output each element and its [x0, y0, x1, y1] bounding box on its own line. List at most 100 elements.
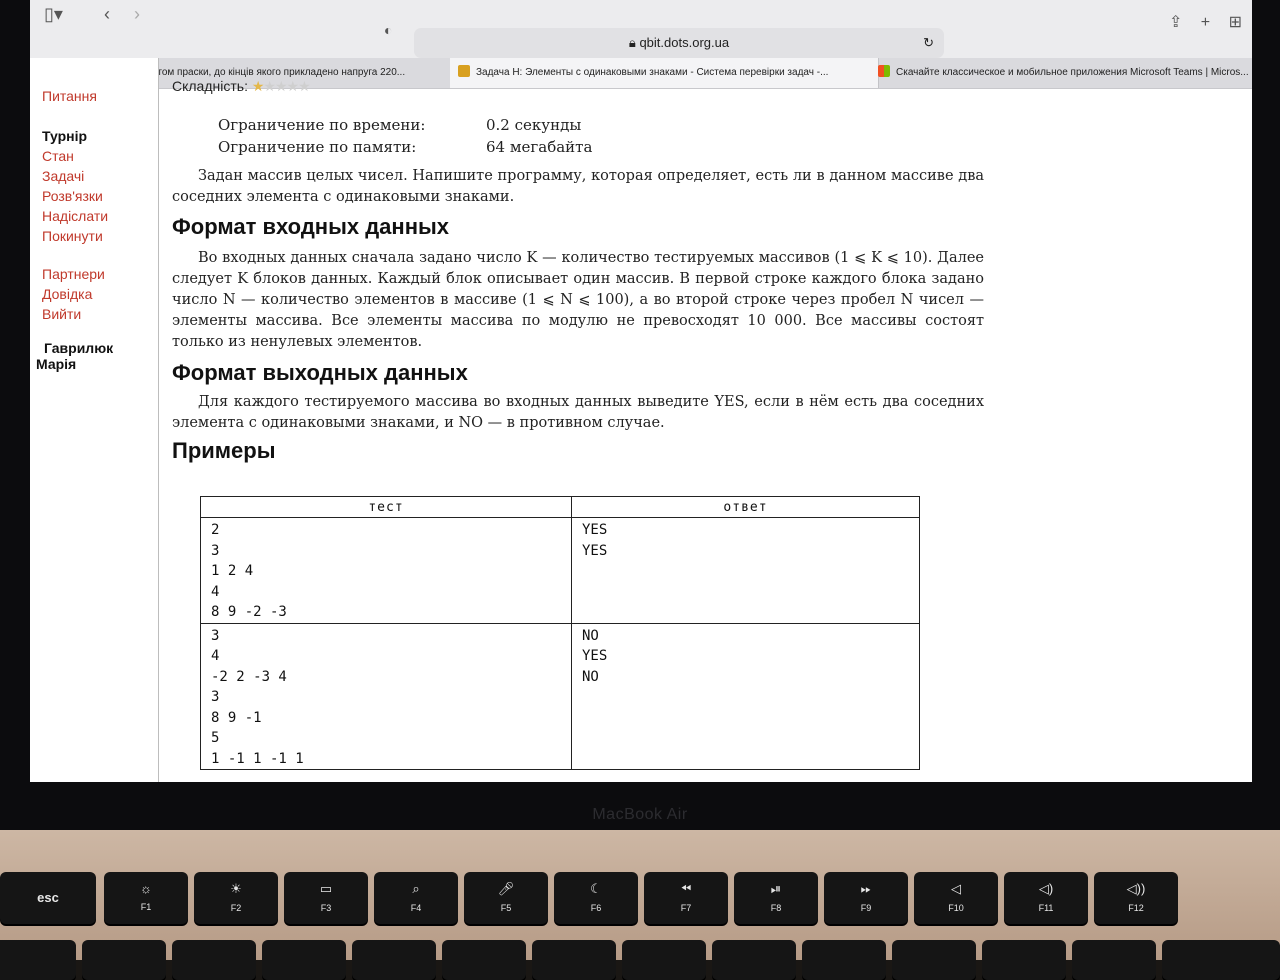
- input-format-text: Во входных данных сначала задано число K…: [172, 250, 984, 350]
- key-f10[interactable]: ◁ F10: [914, 872, 998, 924]
- function-key-row: esc ☼ F1 ☀ F2 ▭ F3 ⌕ F4 🎤︎ F5 ☾ F6 ⏪︎ F7 ⏯︎ F8 ⏩︎ F9 ◁ F10 ◁)…: [0, 872, 1280, 932]
- key-label: F1: [140, 902, 152, 912]
- sidebar-item-status[interactable]: Стан: [42, 148, 74, 164]
- example-row: 3 4 -2 2 -3 4 3 8 9 -1 5 1 -1 1 -1 1 NO YES NO: [200, 622, 920, 770]
- difficulty-label: Складність:: [172, 78, 248, 94]
- key[interactable]: [442, 940, 526, 980]
- header-answer: ответ: [571, 496, 920, 518]
- problem-statement: Задан массив целых чисел. Напишите прогр…: [172, 168, 984, 205]
- key[interactable]: [1162, 940, 1280, 980]
- key-label: F10: [948, 903, 964, 913]
- example-input-line: 4: [211, 648, 220, 664]
- address-text: qbit.dots.org.ua: [639, 35, 730, 50]
- key[interactable]: [262, 940, 346, 980]
- key[interactable]: [622, 940, 706, 980]
- key-f7[interactable]: ⏪︎ F7: [644, 872, 728, 924]
- key-label: F8: [770, 903, 782, 913]
- user-name-surname: Гаврилюк: [44, 340, 114, 356]
- lock-icon: 🔒︎: [628, 35, 636, 50]
- key-symbol-icon: ☼: [140, 881, 152, 896]
- key-f6[interactable]: ☾ F6: [554, 872, 638, 924]
- site-sidebar: Питання Турнір Стан Задачі Розв'язки Над…: [30, 58, 159, 782]
- sidebar-item-partners[interactable]: Партнери: [42, 266, 105, 282]
- time-limit-value: 0.2 секунды: [486, 116, 582, 134]
- share-icon[interactable]: ⇪: [1169, 14, 1182, 31]
- key[interactable]: [712, 940, 796, 980]
- example-output-line: NO: [582, 668, 599, 685]
- key-symbol-icon: ◁): [1038, 881, 1054, 896]
- key-f5[interactable]: 🎤︎ F5: [464, 872, 548, 924]
- key-esc[interactable]: esc: [0, 872, 96, 924]
- browser-toolbar: ▯▾ ‹ › ◐ 🔒︎ qbit.dots.org.ua ↻ ⇪ + ⊞: [30, 0, 1252, 58]
- key[interactable]: [82, 940, 166, 980]
- sidebar-item-solutions[interactable]: Розв'язки: [42, 188, 103, 204]
- example-output-cell: NO YES NO: [571, 622, 920, 770]
- new-tab-icon[interactable]: +: [1201, 14, 1210, 31]
- key-label: F4: [410, 903, 422, 913]
- address-bar[interactable]: 🔒︎ qbit.dots.org.ua ↻: [414, 28, 944, 58]
- example-input-line: 8 9 -1: [211, 709, 262, 726]
- key[interactable]: [1072, 940, 1156, 980]
- examples-title: Примеры: [172, 438, 276, 463]
- shield-icon[interactable]: ◐: [384, 22, 392, 38]
- example-input-line: 4: [211, 583, 220, 600]
- sidebar-item-questions[interactable]: Питання: [42, 88, 97, 104]
- key-symbol-icon: ◁: [951, 881, 961, 896]
- key-symbol-icon: ▭: [319, 881, 333, 896]
- key-f4[interactable]: ⌕ F4: [374, 872, 458, 924]
- key-f8[interactable]: ⏯︎ F8: [734, 872, 818, 924]
- key-symbol-icon: ⏯︎: [770, 881, 782, 896]
- key-symbol-icon: 🎤︎: [497, 881, 515, 896]
- forward-icon[interactable]: ›: [134, 4, 140, 25]
- output-format-title: Формат выходных данных: [172, 360, 468, 385]
- example-input-line: 8 9 -2 -3: [211, 604, 287, 620]
- sidebar-section-title: Турнір: [42, 128, 88, 144]
- key-label: F11: [1038, 903, 1054, 913]
- example-output-line: NO: [582, 627, 599, 644]
- key-label: F2: [230, 903, 242, 913]
- toolbar-actions: ⇪ + ⊞: [1155, 12, 1242, 32]
- example-row: 2 3 1 2 4 4 8 9 -2 -3 YES YES: [200, 517, 920, 624]
- key-f2[interactable]: ☀ F2: [194, 872, 278, 924]
- key-f12[interactable]: ◁)) F12: [1094, 872, 1178, 924]
- key[interactable]: [352, 940, 436, 980]
- key-f1[interactable]: ☼ F1: [104, 872, 188, 924]
- sidebar-item-leave[interactable]: Покинути: [42, 228, 103, 244]
- key-label: F3: [320, 903, 332, 913]
- key-symbol-icon: ⌕: [412, 881, 420, 896]
- key[interactable]: [892, 940, 976, 980]
- problem-content: Складність: ★★★★★ Ограничение по времени…: [170, 58, 1250, 782]
- example-input-line: 3: [211, 627, 220, 644]
- sidebar-item-submit[interactable]: Надіслати: [42, 208, 108, 224]
- key[interactable]: [172, 940, 256, 980]
- key-f9[interactable]: ⏩︎ F9: [824, 872, 908, 924]
- sidebar-item-help[interactable]: Довідка: [42, 286, 92, 302]
- time-limit-label: Ограничение по времени:: [218, 116, 426, 134]
- key-label: F6: [590, 903, 602, 913]
- key-label: F7: [680, 903, 692, 913]
- key-f11[interactable]: ◁) F11: [1004, 872, 1088, 924]
- tab-overview-icon[interactable]: ⊞: [1229, 14, 1242, 31]
- key-f3[interactable]: ▭ F3: [284, 872, 368, 924]
- header-test: тест: [200, 496, 572, 518]
- key-label: F5: [500, 903, 512, 913]
- key-symbol-icon: ⏩︎: [860, 881, 872, 896]
- key[interactable]: [0, 940, 76, 980]
- sidebar-item-problems[interactable]: Задачі: [42, 168, 84, 184]
- key-label: F12: [1128, 903, 1144, 913]
- back-icon[interactable]: ‹: [104, 4, 110, 25]
- example-output-line: YES: [582, 542, 608, 559]
- example-output-cell: YES YES: [571, 517, 920, 624]
- key[interactable]: [802, 940, 886, 980]
- laptop-bezel: ▯▾ ‹ › ◐ 🔒︎ qbit.dots.org.ua ↻ ⇪ + ⊞ Наг…: [0, 0, 1280, 840]
- key-symbol-icon: ☀: [230, 881, 242, 896]
- sidebar-toggle-icon[interactable]: ▯▾: [44, 4, 63, 25]
- reload-icon[interactable]: ↻: [923, 28, 934, 58]
- sidebar-item-logout[interactable]: Вийти: [42, 306, 81, 322]
- examples-table: тест ответ 2 3 1 2 4 4 8 9 -2 -3 YES YES 3 4 -2 2…: [200, 496, 920, 770]
- key[interactable]: [982, 940, 1066, 980]
- device-brand-label: MacBook Air: [592, 806, 688, 823]
- example-input-line: 3: [211, 689, 220, 705]
- key-symbol-icon: ⏪︎: [680, 881, 692, 896]
- key[interactable]: [532, 940, 616, 980]
